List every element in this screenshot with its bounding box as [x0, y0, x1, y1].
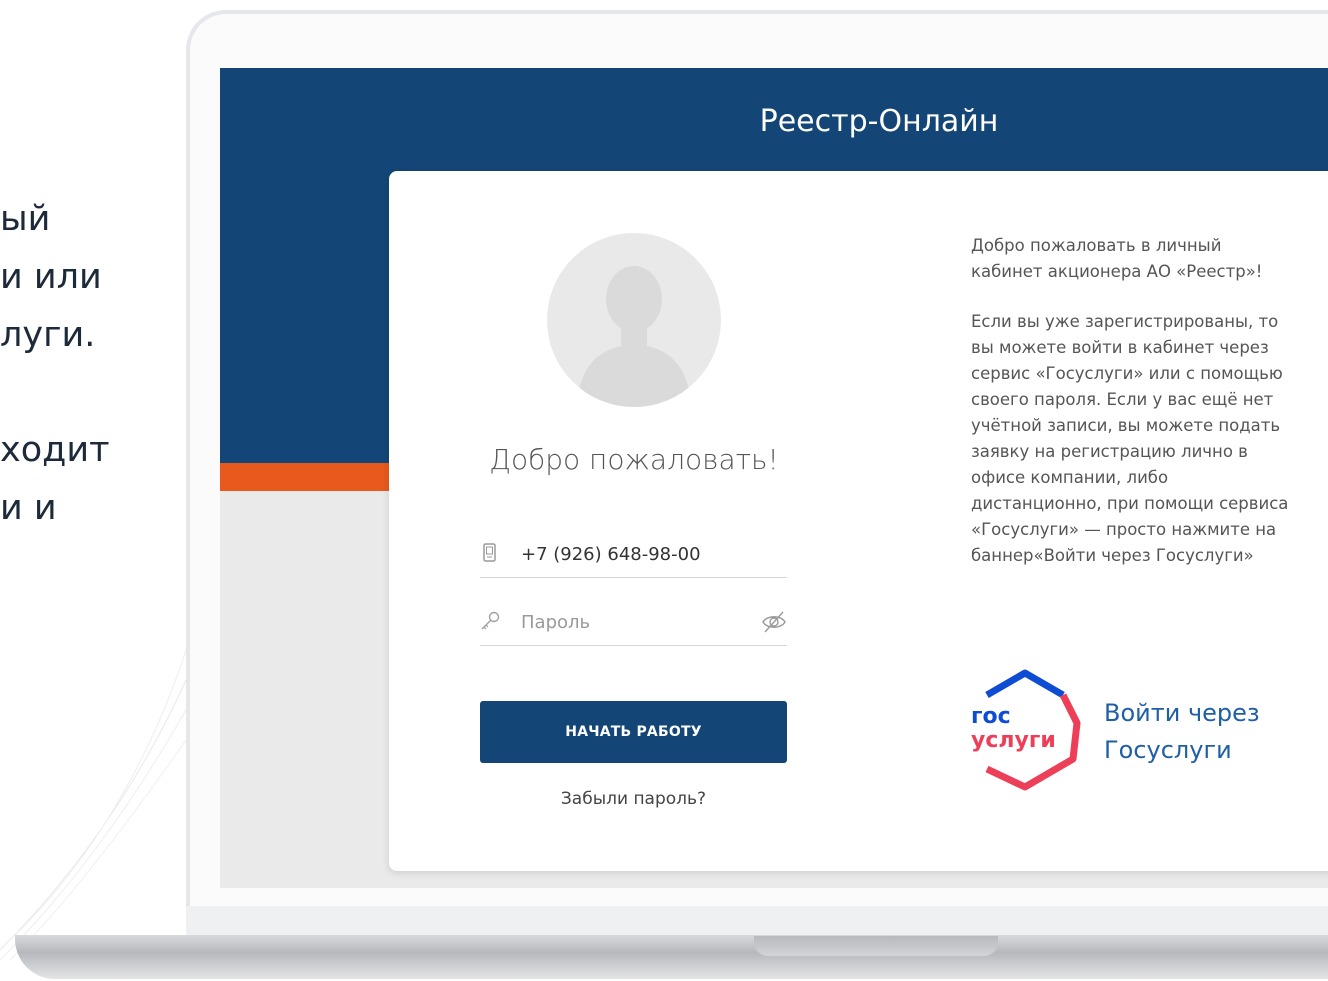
key-icon — [481, 611, 500, 630]
forgot-password-link[interactable]: Забыли пароль? — [480, 789, 787, 809]
phone-input[interactable]: +7 (926) 648-98-00 — [521, 544, 701, 565]
side-text-line: ый — [0, 199, 51, 239]
laptop-notch — [754, 936, 998, 956]
side-text-line: ходит — [0, 430, 110, 470]
side-text-line: и и — [0, 488, 57, 528]
user-silhouette-icon — [577, 266, 691, 407]
info-text: Добро пожаловать в личный кабинет акцион… — [971, 233, 1291, 593]
gosuslugi-login-link[interactable]: Войти через Госуслуги — [1104, 695, 1324, 769]
decorative-lines — [0, 649, 187, 960]
accent-stripe — [220, 463, 390, 491]
laptop-base — [15, 935, 1328, 979]
app-title: Реестр-Онлайн — [759, 104, 999, 139]
gosuslugi-logo-text: услуги — [971, 728, 1056, 753]
info-paragraph: Добро пожаловать в личный кабинет акцион… — [971, 236, 1263, 281]
welcome-heading: Добро пожаловать! — [489, 443, 779, 476]
side-text-line: и или — [0, 257, 102, 297]
gosuslugi-link-line[interactable]: Войти через — [1104, 695, 1324, 732]
gosuslugi-logo-text: гос — [971, 704, 1011, 729]
info-paragraph: Если вы уже зарегистрированы, то вы може… — [971, 312, 1289, 565]
password-input[interactable]: Пароль — [521, 612, 590, 633]
login-card: Добро пожаловать! +7 (926) 648-98-00 Пар… — [389, 171, 1328, 871]
eye-off-icon[interactable] — [761, 609, 787, 635]
gosuslugi-logo[interactable]: гос услуги — [969, 667, 1081, 793]
side-description: ый и или луги. ходит и и — [0, 190, 180, 537]
phone-field[interactable]: +7 (926) 648-98-00 — [480, 533, 787, 578]
avatar — [547, 233, 721, 407]
laptop-screen: Реестр-Онлайн Добро пожаловать! +7 (926)… — [220, 68, 1328, 888]
laptop-bezel-bottom — [186, 906, 1328, 936]
password-field[interactable]: Пароль — [480, 601, 787, 646]
gosuslugi-link-line[interactable]: Госуслуги — [1104, 732, 1324, 769]
phone-icon — [483, 543, 496, 562]
side-text-line: луги. — [0, 315, 96, 355]
start-button[interactable]: НАЧАТЬ РАБОТУ — [480, 701, 787, 763]
